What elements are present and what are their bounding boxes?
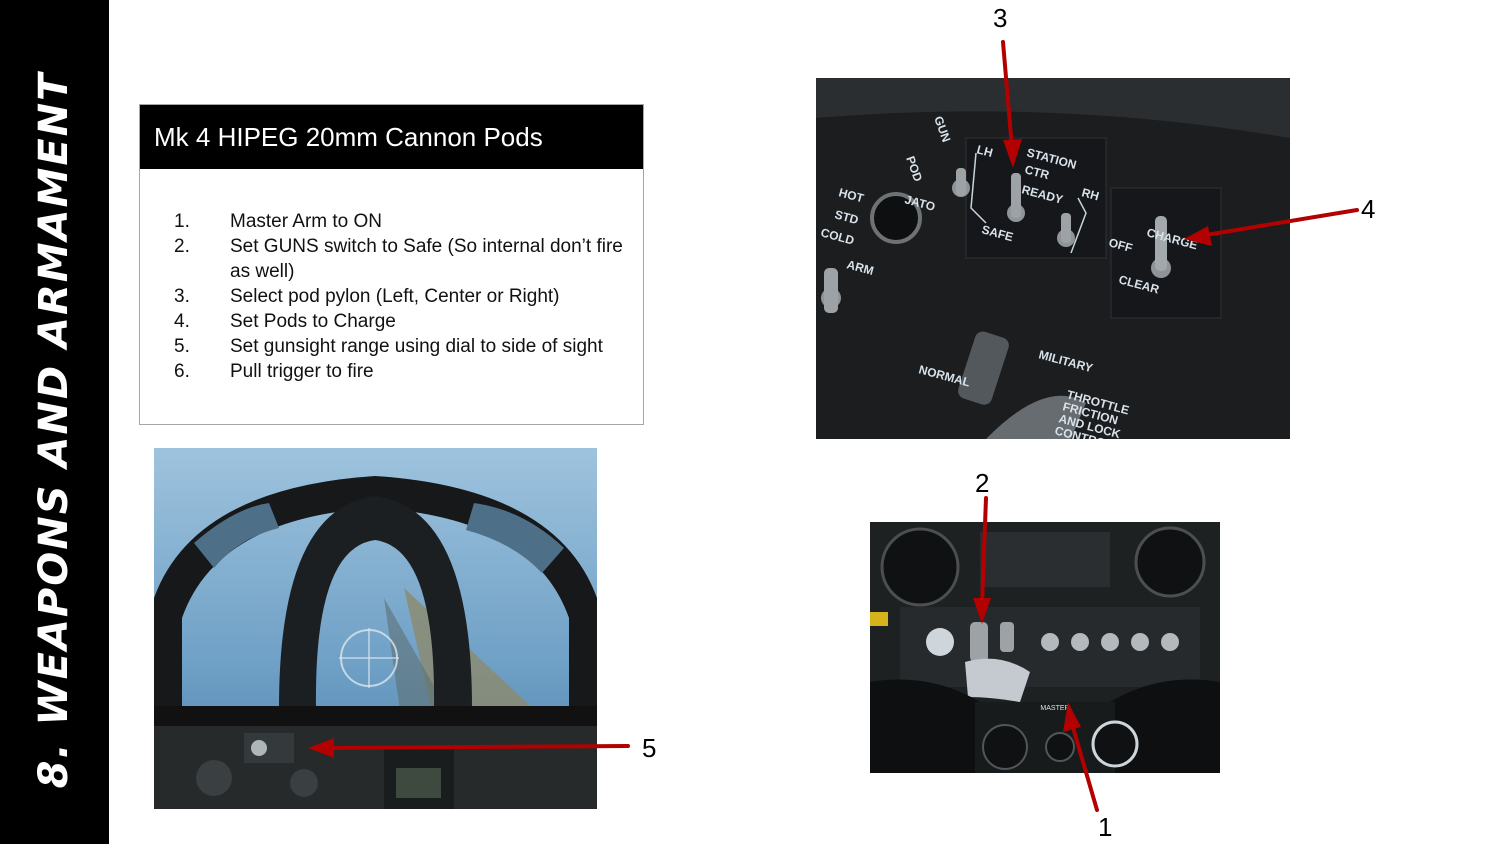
callout-3: 3 [993, 3, 1008, 33]
callout-1: 1 [1098, 812, 1113, 842]
step-item: 6. Pull trigger to fire [174, 359, 627, 384]
section-title: 8. Weapons and Armament [31, 71, 77, 789]
label-master: MASTER [1040, 705, 1069, 712]
armament-panel-photo: GUN POD HOT STD COLD JATO LH STATION CTR… [816, 78, 1290, 439]
cockpit-view-photo [154, 448, 597, 809]
step-text: Select pod pylon (Left, Center or Right) [230, 286, 560, 307]
step-number: 1. [174, 211, 190, 232]
instruction-title: Mk 4 HIPEG 20mm Cannon Pods [140, 105, 643, 169]
step-text: Set gunsight range using dial to side of… [230, 336, 603, 357]
callout-5: 5 [642, 733, 657, 763]
step-item: 5. Set gunsight range using dial to side … [174, 334, 627, 359]
step-text: Set GUNS switch to Safe (So internal don… [230, 236, 623, 282]
instrument-panel-illustration: MASTER [870, 522, 1220, 773]
instrument-panel-photo: MASTER [870, 522, 1220, 773]
step-number: 3. [174, 286, 190, 307]
step-number: 5. [174, 336, 190, 357]
step-number: 4. [174, 311, 190, 332]
step-item: 3. Select pod pylon (Left, Center or Righ… [174, 284, 627, 309]
step-number: 6. [174, 361, 190, 382]
callout-2: 2 [975, 468, 990, 498]
cockpit-view-illustration [154, 448, 597, 809]
step-text: Master Arm to ON [230, 211, 383, 232]
step-text: Pull trigger to fire [230, 361, 374, 382]
steps-list: 1. Master Arm to ON 2. Set GUNS switch to … [140, 169, 643, 384]
step-item: 1. Master Arm to ON [174, 209, 627, 234]
step-number: 2. [174, 236, 190, 257]
armament-panel-illustration: GUN POD HOT STD COLD JATO LH STATION CTR… [816, 78, 1290, 439]
step-item: 2. Set GUNS switch to Safe (So internal d… [174, 234, 627, 284]
side-banner: 8. Weapons and Armament [0, 0, 109, 844]
step-text: Set Pods to Charge [230, 311, 396, 332]
callout-4: 4 [1361, 194, 1376, 224]
step-item: 4. Set Pods to Charge [174, 309, 627, 334]
instruction-box: Mk 4 HIPEG 20mm Cannon Pods 1. Master Arm… [139, 104, 644, 425]
